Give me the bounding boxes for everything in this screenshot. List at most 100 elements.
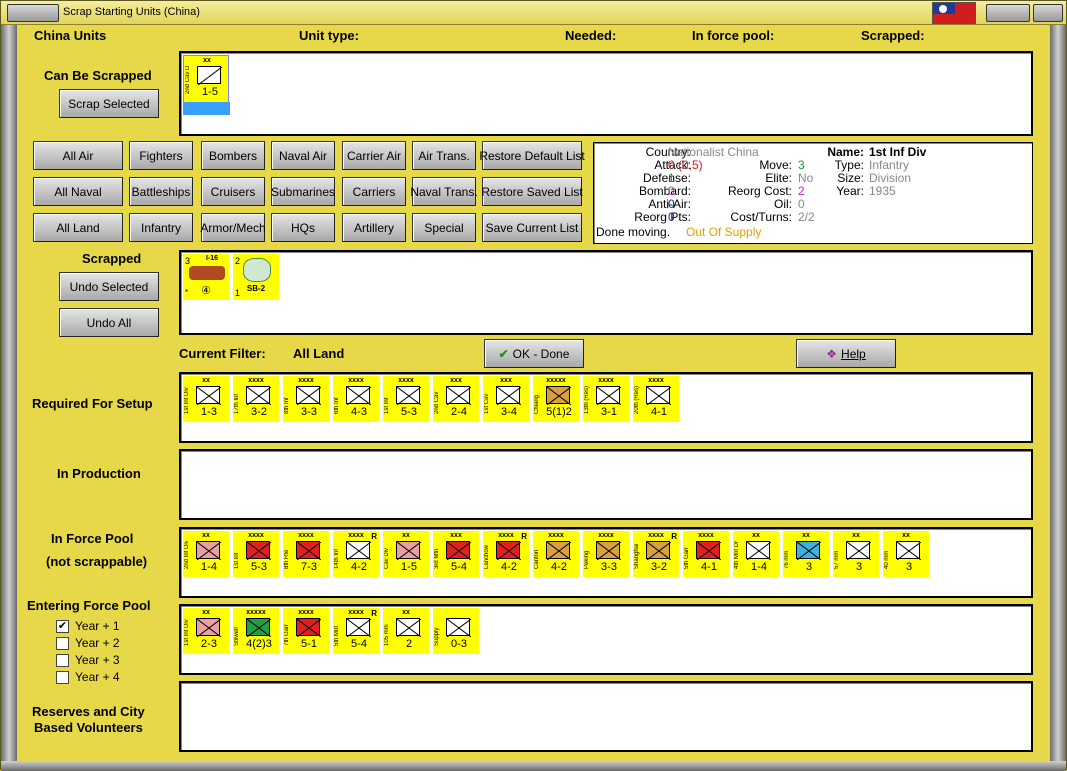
production-panel[interactable] bbox=[179, 449, 1033, 520]
bombard-label: Bombard: bbox=[638, 184, 691, 198]
year-label: Year: bbox=[836, 184, 864, 198]
filter-naval-4-button[interactable]: Carriers bbox=[342, 177, 406, 206]
unit-counter[interactable]: xx 2nd Inf Div 1-4 bbox=[183, 531, 229, 577]
unit-counter[interactable]: xxx 2nd Cav 2-4 bbox=[433, 376, 479, 422]
unit-counter[interactable]: xxxx 1st Inf 5-3 bbox=[383, 376, 429, 422]
unit-counter[interactable]: xx 4th Mot Div 1-4 bbox=[733, 531, 779, 577]
required-panel[interactable]: xx 1st Inf Div 1-3 xxxx 17th Inf 3-2 xxxx 8th I… bbox=[179, 372, 1033, 443]
close-button[interactable] bbox=[1033, 4, 1063, 22]
unit-counter[interactable]: xxxx Peking 3-3 bbox=[583, 531, 629, 577]
scrapped-panel[interactable]: 3 I-16 * ④ 2 1 SB-2 bbox=[179, 250, 1033, 335]
reorg-pts-label: Reorg Pts: bbox=[634, 210, 691, 224]
unit-counter[interactable]: xxxx 20th (Res) 4-1 bbox=[633, 376, 679, 422]
move-value: 3 bbox=[798, 158, 805, 172]
filter-air-1-button[interactable]: Fighters bbox=[129, 141, 193, 170]
minimize-button[interactable] bbox=[986, 4, 1030, 22]
undo-all-button[interactable]: Undo All bbox=[59, 308, 159, 337]
unit-counter[interactable]: xxxx Shanghai 3-2 R bbox=[633, 531, 679, 577]
counter-2nd-cav-div[interactable]: xx 2nd Cav Div 1-5 bbox=[183, 55, 230, 115]
unit-counter[interactable]: xxxx 13th (Res) 3-1 bbox=[583, 376, 629, 422]
unit-counter[interactable]: xx 40 mm 3 bbox=[883, 531, 929, 577]
filter-naval-1-button[interactable]: Battleships bbox=[129, 177, 193, 206]
unit-counter[interactable]: xxx 1st Cav 3-4 bbox=[483, 376, 529, 422]
filter-naval-2-button[interactable]: Cruisers bbox=[201, 177, 265, 206]
year-checkbox[interactable] bbox=[56, 637, 69, 650]
filter-air-3-button[interactable]: Naval Air bbox=[271, 141, 335, 170]
unit-symbol-icon bbox=[346, 618, 372, 638]
year-checkbox[interactable] bbox=[56, 671, 69, 684]
unit-counter[interactable]: xx 105 mm 2 bbox=[383, 608, 429, 654]
help-button[interactable]: ❖ Help bbox=[796, 339, 896, 368]
unit-counter[interactable]: xxxx 5th Mot 5-4 R bbox=[333, 608, 379, 654]
unit-counter[interactable]: xx 1st Inf Div 1-3 bbox=[183, 376, 229, 422]
filter-naval-6-button[interactable]: Restore Saved List bbox=[481, 177, 583, 206]
undo-selected-button[interactable]: Undo Selected bbox=[59, 272, 159, 301]
filter-air-4-button[interactable]: Carrier Air bbox=[342, 141, 406, 170]
unit-counter[interactable]: xxxx 17th Inf 3-2 bbox=[233, 376, 279, 422]
header-in-force-pool: In force pool: bbox=[692, 28, 775, 43]
system-menu-button[interactable] bbox=[7, 4, 59, 22]
filter-air-6-button[interactable]: Restore Default List bbox=[479, 141, 585, 170]
unit-counter[interactable]: xx 76 mm 3 bbox=[783, 531, 829, 577]
unit-counter[interactable]: xxxx Lanchow 4-2 R bbox=[483, 531, 529, 577]
name-label: Name: bbox=[827, 145, 864, 159]
unit-counter[interactable]: xxxx 8th Rte 7-3 bbox=[283, 531, 329, 577]
year-checkbox[interactable] bbox=[56, 654, 69, 667]
unit-counter[interactable]: xxxx 6th Inf 4-3 bbox=[333, 376, 379, 422]
filter-naval-0-button[interactable]: All Naval bbox=[33, 177, 123, 206]
unit-symbol-icon bbox=[446, 618, 472, 638]
entering-panel[interactable]: xx 1st Inf Div 2-3 xxxxx Stilwell 4(2)3 xxxx 7t… bbox=[179, 604, 1033, 675]
filter-air-2-button[interactable]: Bombers bbox=[201, 141, 265, 170]
unit-symbol-icon bbox=[846, 541, 872, 561]
filter-naval-3-button[interactable]: Submarines bbox=[271, 177, 335, 206]
filter-air-5-button[interactable]: Air Trans. bbox=[412, 141, 476, 170]
filter-land-6-button[interactable]: Save Current List bbox=[482, 213, 582, 242]
unit-counter[interactable]: xx 1st Inf Div 2-3 bbox=[183, 608, 229, 654]
unit-symbol-icon bbox=[396, 386, 422, 406]
unit-counter[interactable]: xxxx 1st Inf 5-3 bbox=[233, 531, 279, 577]
unit-counter[interactable]: xxxxx Chiang 5(1)2 bbox=[533, 376, 579, 422]
reserves-panel[interactable] bbox=[179, 681, 1033, 752]
counter-sb2-bomber[interactable]: 2 1 SB-2 bbox=[233, 254, 279, 300]
filter-land-4-button[interactable]: Artillery bbox=[342, 213, 406, 242]
year-checkbox-label[interactable]: Year + 2 bbox=[75, 636, 120, 650]
unit-counter[interactable]: xxxx Canton 4-2 bbox=[533, 531, 579, 577]
unit-counter[interactable]: xxxx 5th Garr 4-1 bbox=[683, 531, 729, 577]
unit-symbol-icon bbox=[546, 541, 572, 561]
counter-i16-fighter[interactable]: 3 I-16 * ④ bbox=[183, 254, 229, 300]
unit-counter[interactable]: xxx 3rd Mtn 5-4 bbox=[433, 531, 479, 577]
defense-value: 1 bbox=[668, 171, 675, 185]
unit-counter[interactable]: xxxx 7th Garr 5-1 bbox=[283, 608, 329, 654]
fighter-plane-icon bbox=[189, 266, 225, 280]
year-checkbox[interactable]: ✔ bbox=[56, 620, 69, 633]
year-checkbox-label[interactable]: Year + 4 bbox=[75, 670, 120, 684]
year-checkbox-label[interactable]: Year + 3 bbox=[75, 653, 120, 667]
unit-counter[interactable]: xxxx 8th Inf 3-3 bbox=[283, 376, 329, 422]
filter-land-3-button[interactable]: HQs bbox=[271, 213, 335, 242]
defense-label: Defense: bbox=[642, 171, 691, 185]
in-production-label: In Production bbox=[57, 466, 141, 481]
force-pool-panel[interactable]: xx 2nd Inf Div 1-4 xxxx 1st Inf 5-3 xxxx 8th Rt… bbox=[179, 527, 1033, 598]
reserves-label-2: Based Volunteers bbox=[34, 720, 143, 735]
year-checkbox-label[interactable]: Year + 1 bbox=[75, 619, 120, 633]
scrap-selected-button[interactable]: Scrap Selected bbox=[59, 89, 159, 118]
ok-done-button[interactable]: ✔ OK - Done bbox=[484, 339, 584, 368]
can-scrap-panel[interactable]: xx 2nd Cav Div 1-5 bbox=[179, 51, 1033, 136]
unit-symbol-icon bbox=[646, 386, 672, 406]
filter-air-0-button[interactable]: All Air bbox=[33, 141, 123, 170]
unit-counter[interactable]: xxxx 14th Inf 4-2 R bbox=[333, 531, 379, 577]
reorg-cost-label: Reorg Cost: bbox=[727, 184, 792, 198]
unit-counter[interactable]: xx 57 mm 3 bbox=[833, 531, 879, 577]
filter-naval-5-button[interactable]: Naval Trans. bbox=[410, 177, 478, 206]
cost-turns-value: 2/2 bbox=[798, 210, 815, 224]
filter-land-1-button[interactable]: Infantry bbox=[129, 213, 193, 242]
filter-land-0-button[interactable]: All Land bbox=[33, 213, 123, 242]
unit-symbol-icon bbox=[696, 541, 722, 561]
filter-land-2-button[interactable]: Armor/Mech bbox=[200, 213, 266, 242]
title-bar[interactable]: Scrap Starting Units (China) bbox=[1, 1, 1066, 25]
type-label: Type: bbox=[834, 158, 864, 172]
unit-counter[interactable]: xxxxx Stilwell 4(2)3 bbox=[233, 608, 279, 654]
unit-counter[interactable]: xx Cav Div 1-5 bbox=[383, 531, 429, 577]
unit-counter[interactable]: Supply 0-3 bbox=[433, 608, 479, 654]
filter-land-5-button[interactable]: Special bbox=[412, 213, 476, 242]
